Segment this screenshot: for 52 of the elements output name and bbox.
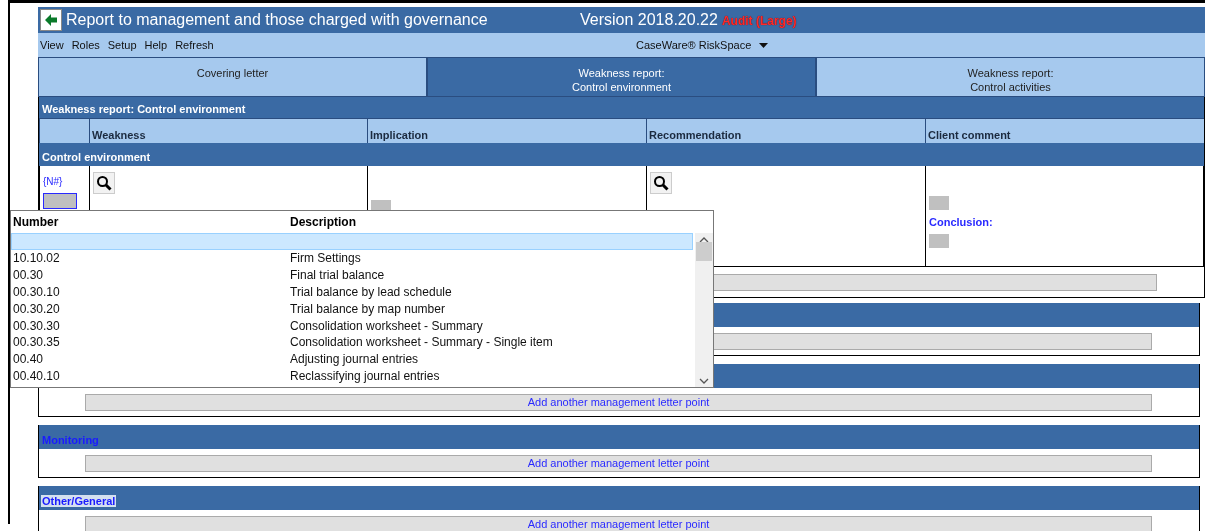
row-description: Reclassifying journal entries (289, 368, 441, 383)
add-point-button[interactable]: Add another management letter point (85, 454, 1152, 472)
tab[interactable]: Covering letter (38, 57, 427, 97)
scroll-down-icon[interactable] (699, 378, 709, 384)
row-description: Consolidation worksheet - Summary - Single item (289, 335, 554, 350)
menu-item[interactable]: Setup (107, 39, 137, 51)
conclusion-label: Conclusion: (929, 216, 993, 228)
window-title: Report to management and those charged with governance (66, 11, 489, 29)
row-number: 00.30.10 (12, 285, 61, 299)
menu-item[interactable]: View (40, 39, 64, 51)
row-number: 00.30 (12, 268, 45, 283)
search-icon (653, 175, 669, 191)
text-field[interactable] (929, 234, 949, 248)
edition-label: Audit (Large) (721, 14, 797, 28)
product-menu[interactable]: CaseWare® RiskSpace (636, 39, 1205, 51)
section-title: Monitoring (41, 434, 100, 446)
menu-item[interactable]: Roles (71, 39, 100, 51)
row-description: Consolidation worksheet - Summary (289, 318, 484, 333)
menu-item[interactable]: Help (144, 39, 168, 51)
scrollbar[interactable] (695, 233, 713, 387)
search-button[interactable] (93, 172, 115, 194)
row-description: Firm Settings (289, 251, 362, 266)
tab[interactable]: Weakness report: Control activities (816, 57, 1205, 97)
report-header: Weakness report: Control environment (39, 95, 1204, 118)
add-point-button[interactable]: Add another management letter point (85, 515, 1152, 531)
version-text: Version 2018.20.22 (580, 11, 718, 28)
column-header: Number (12, 215, 60, 229)
row-number: 00.40.10 (12, 368, 61, 383)
section-header: Control environment (39, 143, 1204, 166)
menu-item[interactable]: Refresh (175, 39, 214, 51)
row-description: Final trial balance (289, 268, 386, 283)
caret-icon (759, 42, 769, 48)
row-number: 00.30.30 (12, 318, 61, 333)
scroll-thumb[interactable] (696, 242, 712, 261)
column-header: Description (289, 215, 357, 229)
section-title: Other/General (41, 495, 117, 507)
row-number: 00.40 (12, 352, 45, 367)
search-button[interactable] (650, 172, 672, 194)
row-number: 00.30.20 (12, 301, 61, 316)
search-icon (96, 175, 112, 191)
text-field[interactable] (929, 196, 949, 210)
number-field[interactable] (43, 193, 77, 209)
add-point-button[interactable]: Add another management letter point (85, 393, 1152, 411)
row-number: 10.10.02 (12, 251, 61, 266)
number-code: {N#} (43, 176, 63, 187)
row-description: Trial balance by map number (289, 301, 446, 316)
row-description: Trial balance by lead schedule (289, 285, 453, 299)
row-description: Adjusting journal entries (289, 352, 420, 367)
back-arrow-icon (45, 14, 57, 26)
tab[interactable]: Weakness report: Control environment (427, 57, 816, 97)
row-number: 00.30.35 (12, 335, 61, 350)
back-button[interactable] (40, 9, 62, 31)
